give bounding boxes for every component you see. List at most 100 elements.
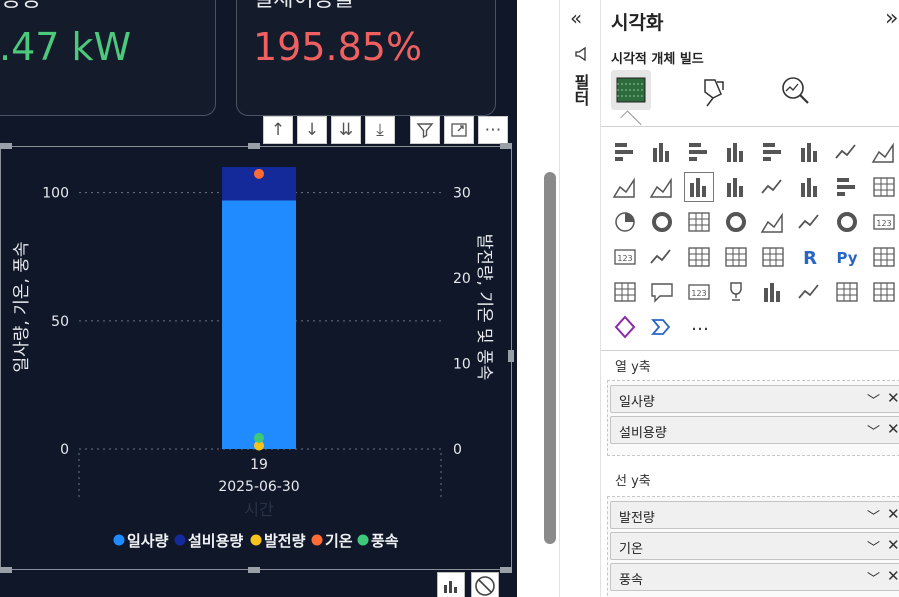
collapse-right-icon[interactable]: » [885, 6, 898, 31]
svg-text:123: 123 [617, 254, 632, 263]
filled-map-icon[interactable] [759, 208, 787, 236]
kpi-card-capacity[interactable]: 용량 .47 kW [0, 0, 216, 116]
field-chip[interactable]: 일사량 ﹀ ✕ [610, 385, 899, 413]
gauge-icon[interactable] [833, 208, 861, 236]
combo-chart-visual[interactable]: 0 50 100 0 10 20 30 19 2025-06-30 시간 일사량, 기온, 풍속 발전… [0, 146, 512, 570]
r-visual-icon[interactable]: R [796, 243, 824, 271]
field-label: 발전량 [619, 511, 655, 526]
slicer-icon[interactable] [685, 243, 713, 271]
scatter-chart-icon[interactable] [870, 173, 898, 201]
resize-handle[interactable] [248, 143, 260, 149]
clustered-bar-chart-icon[interactable] [685, 138, 713, 166]
goals-icon[interactable] [722, 278, 750, 306]
chevron-down-icon[interactable]: ﹀ [867, 568, 880, 587]
line-point-기온 [254, 168, 264, 179]
resize-handle[interactable] [500, 143, 512, 149]
100-bar-chart-icon[interactable] [759, 138, 787, 166]
column-y-axis-label: 열 y축 [615, 360, 651, 375]
table-icon[interactable] [722, 243, 750, 271]
remove-field-icon[interactable]: ✕ [887, 389, 899, 407]
expand-hierarchy-button[interactable]: ⤓ [365, 116, 395, 144]
filter-icon[interactable] [410, 116, 440, 144]
clustered-column-chart-icon[interactable] [722, 138, 750, 166]
waterfall-chart-icon[interactable] [796, 173, 824, 201]
more-visuals-icon[interactable]: … [691, 314, 709, 335]
automate-icon[interactable] [648, 313, 676, 341]
line-clustered-column-icon[interactable] [722, 173, 750, 201]
drill-down-button[interactable]: ↓ [297, 116, 327, 144]
multi-row-card-icon[interactable]: 123 [611, 243, 639, 271]
ribbon-chart-icon[interactable] [759, 173, 787, 201]
svg-text:123: 123 [876, 219, 891, 228]
stacked-bar-chart-icon[interactable] [611, 138, 639, 166]
donut-chart-icon[interactable] [648, 208, 676, 236]
azure-map-icon[interactable] [796, 208, 824, 236]
field-chip[interactable]: 기온 ﹀ ✕ [610, 532, 899, 560]
decomposition-tree-icon[interactable] [611, 278, 639, 306]
map-icon[interactable] [722, 208, 750, 236]
line-y-axis-well[interactable]: 발전량 ﹀ ✕ 기온 ﹀ ✕ 풍속 ﹀ ✕ [607, 496, 899, 597]
kpi-card-utilization[interactable]: 설제이용률 195.85% [236, 0, 496, 116]
remove-field-icon[interactable]: ✕ [887, 420, 899, 438]
remove-field-icon[interactable]: ✕ [887, 536, 899, 554]
kpi-icon[interactable] [648, 243, 676, 271]
more-options-icon[interactable]: ⋯ [478, 116, 508, 144]
field-chip[interactable]: 발전량 ﹀ ✕ [610, 501, 899, 529]
qa-icon[interactable] [648, 278, 676, 306]
chevron-down-icon[interactable]: ﹀ [867, 506, 880, 525]
100-column-chart-icon[interactable] [796, 138, 824, 166]
remove-field-icon[interactable]: ✕ [887, 567, 899, 585]
pie-chart-icon[interactable] [611, 208, 639, 236]
x-tick-day: 19 [250, 457, 268, 473]
funnel-chart-icon[interactable] [833, 173, 861, 201]
resize-handle[interactable] [508, 350, 514, 362]
analytics-tab-icon[interactable] [775, 70, 815, 110]
resize-handle[interactable] [0, 143, 12, 149]
resize-handle[interactable] [248, 567, 260, 573]
narrative-icon[interactable]: 123 [685, 278, 713, 306]
power-apps-icon[interactable] [796, 278, 824, 306]
legend-label: 설비용량 [188, 532, 243, 550]
chevron-down-icon[interactable]: ﹀ [867, 390, 880, 409]
field-label: 설비용량 [619, 426, 667, 441]
power-app-icon[interactable] [611, 313, 639, 341]
collapse-left-icon[interactable]: « [570, 6, 582, 30]
python-visual-icon[interactable]: Py [833, 243, 861, 271]
build-fields-tab-icon[interactable] [611, 70, 651, 110]
field-chip[interactable]: 설비용량 ﹀ ✕ [610, 416, 899, 444]
y2-axis-title: 발전량, 기온 및 풍속 [474, 234, 494, 381]
line-chart-icon[interactable] [833, 138, 861, 166]
remove-field-icon[interactable]: ✕ [887, 505, 899, 523]
resize-handle[interactable] [500, 567, 512, 573]
canvas-scrollbar[interactable] [544, 172, 556, 544]
expand-next-level-button[interactable]: ⇊ [331, 116, 361, 144]
pane-title: 시각화 [611, 12, 664, 34]
no-entry-icon[interactable] [471, 572, 499, 597]
focus-mode-icon[interactable] [444, 116, 474, 144]
paginated-report-icon[interactable] [759, 278, 787, 306]
filters-pane-label[interactable]: 필터 [568, 74, 592, 106]
filters-pane-collapsed[interactable]: « 필터 [559, 0, 600, 597]
megaphone-icon [573, 46, 589, 66]
power-automate-icon[interactable] [833, 278, 861, 306]
stacked-area-chart-icon[interactable] [611, 173, 639, 201]
100-area-chart-icon[interactable] [648, 173, 676, 201]
format-visual-tab-icon[interactable] [693, 70, 733, 110]
column-y-axis-well[interactable]: 일사량 ﹀ ✕ 설비용량 ﹀ ✕ [607, 380, 899, 456]
chevron-down-icon[interactable]: ﹀ [867, 537, 880, 556]
chevron-down-icon[interactable]: ﹀ [867, 421, 880, 440]
stacked-column-chart-icon[interactable] [648, 138, 676, 166]
key-influencers-icon[interactable] [870, 243, 898, 271]
card-icon[interactable]: 123 [870, 208, 898, 236]
treemap-icon[interactable] [685, 208, 713, 236]
matrix-icon[interactable] [759, 243, 787, 271]
y-tick-label: 100 [42, 186, 69, 202]
insights-icon[interactable] [437, 572, 465, 597]
area-chart-icon[interactable] [870, 138, 898, 166]
resize-handle[interactable] [0, 567, 12, 573]
line-column-chart-icon[interactable] [684, 172, 714, 202]
drill-up-button[interactable]: ↑ [263, 116, 293, 144]
more-apps-icon[interactable] [870, 278, 898, 306]
field-chip[interactable]: 풍속 ﹀ ✕ [610, 563, 899, 591]
field-label: 일사량 [619, 395, 655, 410]
